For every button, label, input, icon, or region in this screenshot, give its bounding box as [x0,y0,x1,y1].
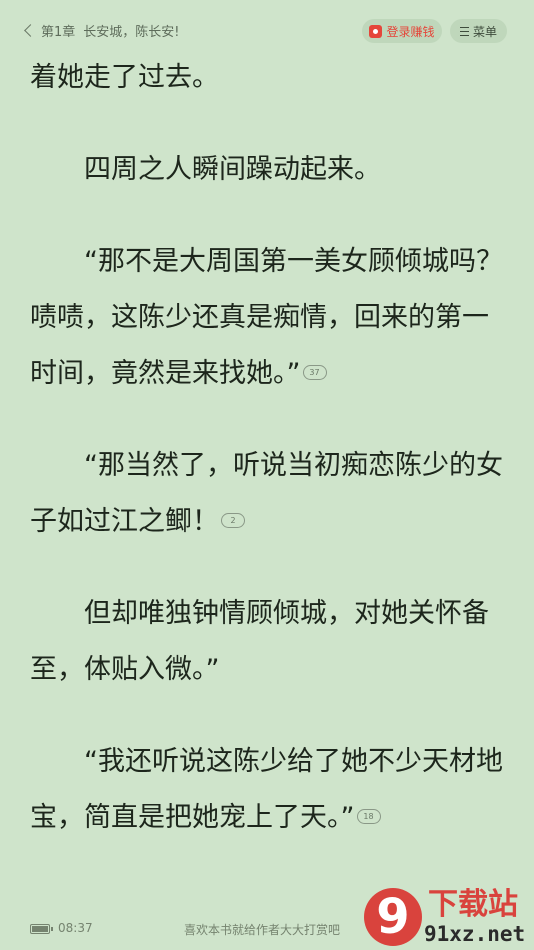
site-watermark: 9 下载站 91xz.net [362,886,534,950]
red-envelope-icon [369,24,383,38]
battery-icon [30,924,53,934]
comment-bubble-icon[interactable]: 18 [356,809,381,824]
watermark-site-url: 91xz.net [424,922,526,946]
menu-button[interactable]: 菜单 [450,19,507,43]
paragraph: “那当然了，听说当初痴恋陈少的女子如过江之鲫！ 2 [30,450,503,537]
paragraph: “那不是大周国第一美女顾倾城吗？啧啧，这陈少还真是痴情，回来的第一时间，竟然是来… [30,246,503,389]
watermark-logo: 9 [364,888,422,946]
comment-bubble-icon[interactable]: 2 [221,513,245,528]
chevron-left-icon [24,24,37,37]
paragraph: 但却唯独钟情顾倾城，对她关怀备至，体贴入微。” [30,598,489,685]
chapter-title: 长安城，陈长安! [83,25,180,40]
paragraph: 着她走了过去。 [30,62,219,93]
paragraph: “我还听说这陈少给了她不少天材地宝，简直是把她宠上了天。” 18 [30,746,503,833]
menu-lines-icon [459,26,469,36]
login-earn-label: 登录赚钱 [386,24,435,39]
menu-label: 菜单 [472,24,497,39]
paragraph: 四周之人瞬间躁动起来。 [84,154,381,185]
watermark-site-name: 下载站 [428,887,518,922]
login-earn-button[interactable]: 登录赚钱 [362,19,442,43]
comment-bubble-icon[interactable]: 37 [302,365,327,380]
back-button[interactable]: 第1章 长安城，陈长安! [24,21,180,40]
clock-time: 08:37 [58,921,93,935]
reading-content[interactable]: 着她走了过去。 四周之人瞬间躁动起来。 “那不是大周国第一美女顾倾城吗？啧啧，这… [30,50,508,882]
chapter-number: 第1章 [41,25,76,40]
reward-tip[interactable]: 喜欢本书就给作者大大打赏吧 [184,921,340,938]
